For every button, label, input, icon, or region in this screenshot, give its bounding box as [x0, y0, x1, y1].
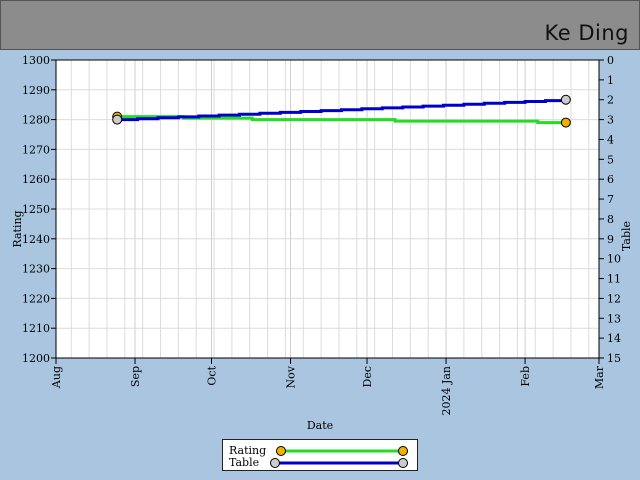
- legend: Rating Table: [222, 439, 418, 471]
- y2-tick-label: 13: [607, 312, 621, 325]
- y-tick-label: 1250: [22, 203, 50, 216]
- y2-tick-label: 14: [607, 332, 621, 345]
- x-tick-label: 2024 Jan: [440, 366, 453, 416]
- x-tick-label: Nov: [285, 365, 298, 388]
- y2-axis-label: Table: [620, 221, 633, 251]
- y2-tick-label: 4: [607, 133, 614, 146]
- y-tick-label: 1290: [22, 84, 50, 97]
- y2-tick-label: 12: [607, 292, 621, 305]
- y-tick-label: 1270: [22, 143, 50, 156]
- y2-tick-label: 7: [607, 193, 614, 206]
- y2-tick-label: 11: [607, 273, 621, 286]
- x-tick-label: Feb: [519, 366, 532, 387]
- y-tick-label: 1260: [22, 173, 50, 186]
- x-tick-label: Oct: [206, 365, 219, 385]
- y2-tick-label: 0: [607, 54, 614, 67]
- y2-tick-label: 3: [607, 114, 614, 127]
- y2-tick-label: 8: [607, 213, 614, 226]
- x-axis-label: Date: [307, 419, 333, 432]
- table-point: [112, 114, 123, 125]
- y-tick-label: 1210: [22, 322, 50, 335]
- y-axis-label: Rating: [11, 210, 24, 247]
- y-tick-label: 1220: [22, 292, 50, 305]
- y2-tick-label: 9: [607, 233, 614, 246]
- rating-chart: Aug Sep Oct Nov Dec 2024 Jan Feb Mar12001210122…: [11, 54, 633, 432]
- y2-tick-label: 5: [607, 153, 614, 166]
- x-tick-label: Sep: [129, 366, 142, 387]
- y-tick-label: 1230: [22, 263, 50, 276]
- rating-point: [560, 117, 571, 128]
- y2-tick-label: 6: [607, 173, 614, 186]
- y-tick-label: 1280: [22, 114, 50, 127]
- x-tick-label: Aug: [50, 366, 63, 389]
- x-tick-label: Dec: [361, 366, 374, 388]
- legend-item-table: Table: [229, 456, 415, 469]
- y-tick-label: 1240: [22, 233, 50, 246]
- x-tick-label: Mar: [593, 365, 606, 389]
- chart-page: Ke Ding Aug Sep Oct Nov Dec 2024 Jan Feb Mar 120…: [0, 0, 640, 480]
- y2-tick-label: 2: [607, 94, 614, 107]
- y-tick-label: 1200: [22, 352, 50, 365]
- y-tick-label: 1300: [22, 54, 50, 67]
- y2-tick-label: 1: [607, 74, 614, 87]
- y2-tick-label: 15: [607, 352, 621, 365]
- legend-swatch-table: [270, 458, 408, 468]
- table-point: [560, 94, 571, 105]
- y2-tick-label: 10: [607, 253, 621, 266]
